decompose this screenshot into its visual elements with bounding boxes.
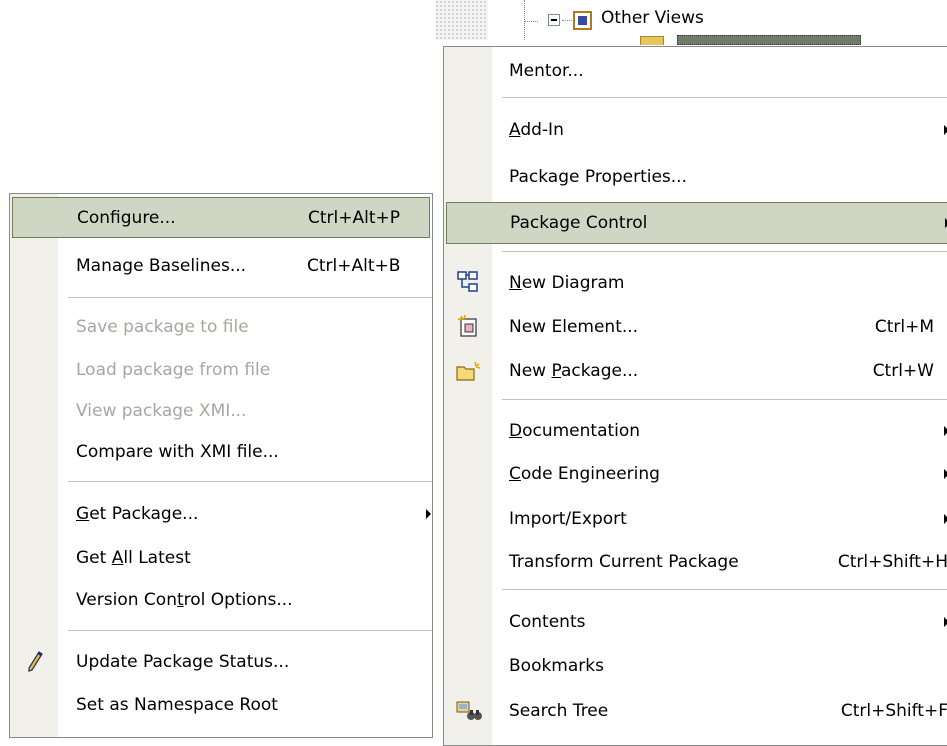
menu-item-new-diagram[interactable]: New Diagram bbox=[444, 263, 947, 303]
menu-item-label: New Element... bbox=[509, 317, 639, 337]
menu-separator bbox=[502, 251, 947, 252]
menu-item-compare-with-xmi-file[interactable]: Compare with XMI file... bbox=[10, 432, 432, 472]
tree-line bbox=[524, 21, 538, 22]
menu-item-label: Code Engineering bbox=[509, 464, 660, 484]
new-element-icon bbox=[457, 314, 477, 337]
menu-separator bbox=[502, 399, 947, 400]
menu-item-label: New Package... bbox=[509, 361, 639, 381]
menu-item-label: Version Control Options... bbox=[76, 590, 293, 610]
menu-item-add-in[interactable]: Add-In bbox=[444, 110, 947, 150]
menu-item-package-control[interactable]: Package Control bbox=[446, 202, 947, 244]
menu-item-new-element[interactable]: New Element... Ctrl+M bbox=[444, 307, 947, 347]
menu-item-get-all-latest[interactable]: Get All Latest bbox=[10, 538, 432, 578]
menu-item-label: Import/Export bbox=[509, 509, 627, 529]
tree-collapse-icon[interactable] bbox=[548, 14, 560, 26]
menu-item-label: Set as Namespace Root bbox=[76, 695, 278, 715]
menu-item-label: Configure... bbox=[77, 207, 176, 228]
menu-separator bbox=[502, 589, 947, 590]
menu-item-get-package[interactable]: Get Package... bbox=[10, 494, 432, 534]
menu-item-label: Manage Baselines... bbox=[76, 256, 247, 276]
menu-item-label: Search Tree bbox=[509, 701, 609, 721]
menu-item-label: Contents bbox=[509, 612, 586, 632]
menu-item-label: Transform Current Package bbox=[509, 552, 739, 572]
menu-item-configure[interactable]: Configure... Ctrl+Alt+P bbox=[12, 197, 430, 238]
search-tree-icon bbox=[456, 701, 482, 720]
pencil-icon bbox=[28, 651, 43, 672]
menu-item-label: Update Package Status... bbox=[76, 652, 290, 672]
tree-connector bbox=[562, 20, 572, 21]
menu-item-new-package[interactable]: New Package... Ctrl+W bbox=[444, 351, 947, 391]
menu-separator bbox=[68, 630, 432, 631]
menu-separator bbox=[68, 481, 432, 482]
menu-item-load-package-from-file: Load package from file bbox=[10, 350, 432, 390]
menu-item-label: Documentation bbox=[509, 421, 641, 441]
menu-item-shortcut: Ctrl+Shift+F bbox=[840, 701, 947, 721]
menu-item-contents[interactable]: Contents bbox=[444, 602, 947, 642]
folder-icon bbox=[640, 36, 664, 45]
menu-item-label: Bookmarks bbox=[509, 656, 604, 676]
package-control-submenu: Configure... Ctrl+Alt+P Manage Baselines… bbox=[9, 193, 433, 738]
context-menu: Mentor... Add-In Package Properties... P… bbox=[443, 46, 947, 746]
menu-item-label: View package XMI... bbox=[76, 401, 247, 421]
menu-item-search-tree[interactable]: Search Tree Ctrl+Shift+F bbox=[444, 691, 947, 731]
menu-item-label: Package Control bbox=[510, 213, 648, 233]
menu-item-manage-baselines[interactable]: Manage Baselines... Ctrl+Alt+B bbox=[10, 246, 432, 286]
menu-item-label: Save package to file bbox=[76, 317, 249, 337]
views-icon bbox=[573, 11, 592, 30]
menu-item-package-properties[interactable]: Package Properties... bbox=[444, 157, 947, 197]
menu-item-shortcut: Ctrl+Alt+P bbox=[308, 207, 401, 228]
menu-item-set-as-namespace-root[interactable]: Set as Namespace Root bbox=[10, 685, 432, 725]
menu-item-bookmarks[interactable]: Bookmarks bbox=[444, 646, 947, 686]
menu-item-label: Load package from file bbox=[76, 360, 271, 380]
menu-item-shortcut: Ctrl+Alt+B bbox=[307, 256, 401, 276]
menu-item-label: Get All Latest bbox=[76, 548, 191, 568]
new-package-icon bbox=[456, 361, 481, 381]
diagram-icon bbox=[457, 271, 478, 292]
submenu-arrow-icon bbox=[426, 509, 431, 519]
tree-background-strip bbox=[435, 0, 488, 40]
menu-separator bbox=[502, 97, 947, 98]
menu-item-label: New Diagram bbox=[509, 273, 625, 293]
menu-separator bbox=[68, 297, 432, 298]
menu-item-label: Compare with XMI file... bbox=[76, 442, 279, 462]
menu-item-shortcut: Ctrl+W bbox=[872, 361, 934, 381]
menu-item-documentation[interactable]: Documentation bbox=[444, 411, 947, 451]
menu-item-mentor[interactable]: Mentor... bbox=[444, 51, 947, 91]
menu-item-label: Get Package... bbox=[76, 504, 199, 524]
menu-item-label: Package Properties... bbox=[509, 167, 687, 187]
menu-item-label: Add-In bbox=[509, 120, 564, 140]
menu-item-update-package-status[interactable]: Update Package Status... bbox=[10, 642, 432, 682]
menu-item-import-export[interactable]: Import/Export bbox=[444, 499, 947, 539]
menu-item-shortcut: Ctrl+M bbox=[874, 317, 934, 337]
menu-item-transform-current-package[interactable]: Transform Current Package Ctrl+Shift+H bbox=[444, 542, 947, 582]
menu-item-shortcut: Ctrl+Shift+H bbox=[837, 552, 947, 572]
menu-item-view-package-xmi: View package XMI... bbox=[10, 391, 432, 431]
menu-item-code-engineering[interactable]: Code Engineering bbox=[444, 454, 947, 494]
tree-line bbox=[524, 0, 525, 40]
tree-node-selected[interactable] bbox=[677, 35, 861, 45]
menu-item-save-package-to-file: Save package to file bbox=[10, 307, 432, 347]
menu-item-version-control-options[interactable]: Version Control Options... bbox=[10, 580, 432, 620]
menu-item-label: Mentor... bbox=[509, 61, 584, 81]
tree-node-other-views[interactable]: Other Views bbox=[601, 8, 704, 28]
